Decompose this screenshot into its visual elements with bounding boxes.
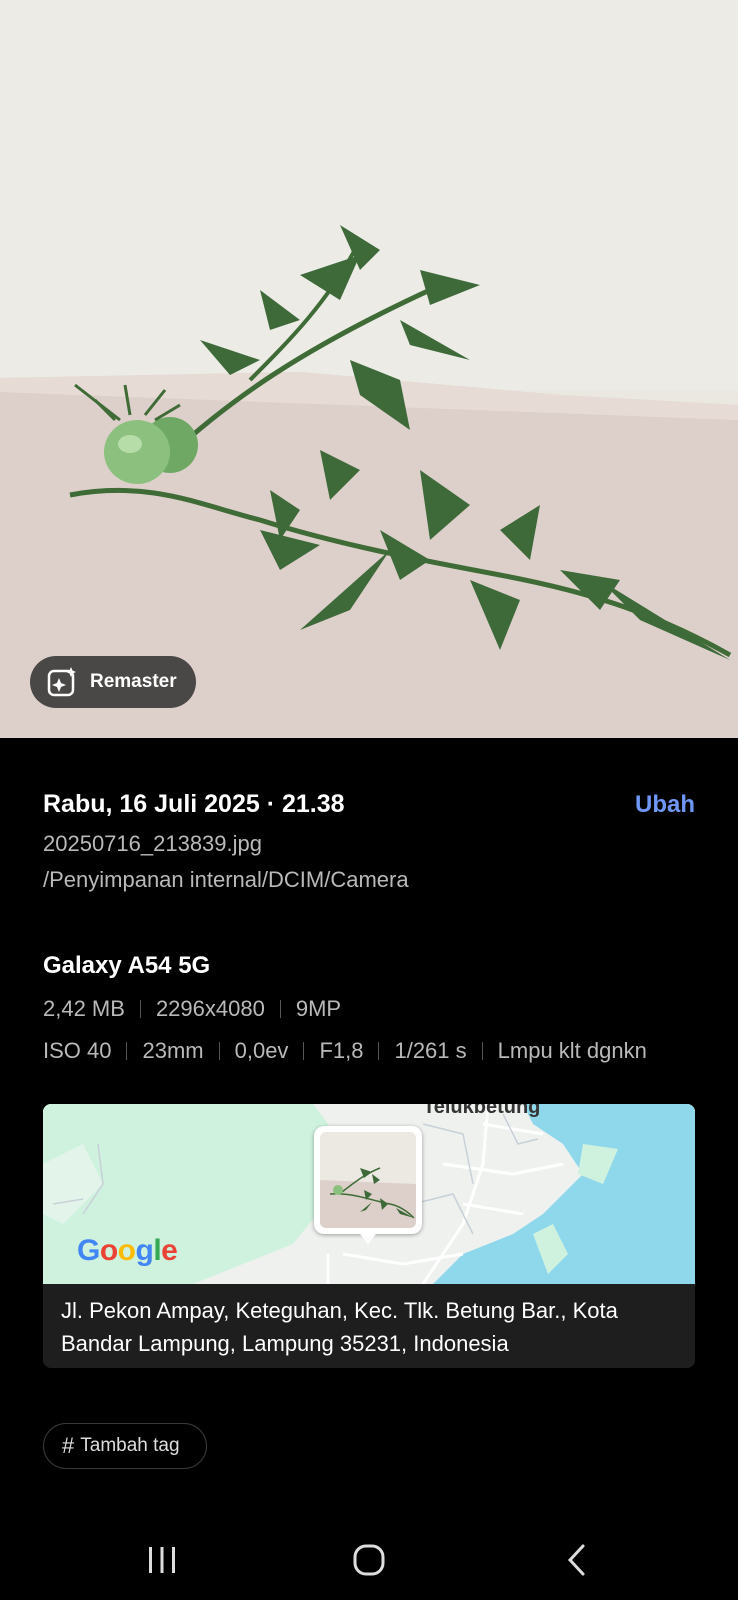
camera-details: Galaxy A54 5G 2,42 MB 2296x4080 9MP ISO … xyxy=(43,952,695,1064)
add-tag-button[interactable]: # Tambah tag xyxy=(43,1423,207,1469)
device-name: Galaxy A54 5G xyxy=(43,952,211,979)
focal-length: 23mm xyxy=(142,1038,204,1063)
divider xyxy=(279,1000,281,1018)
back-button[interactable] xyxy=(537,1530,617,1590)
photo-thumbnail xyxy=(320,1132,416,1228)
location-address: Jl. Pekon Ampay, Keteguhan, Kec. Tlk. Be… xyxy=(61,1298,618,1356)
divider xyxy=(481,1042,483,1060)
recents-icon xyxy=(149,1547,175,1573)
back-icon xyxy=(567,1544,585,1576)
iso: ISO 40 xyxy=(43,1038,112,1063)
flash-mode: Lmpu klt dgnkn xyxy=(497,1038,647,1063)
photo-image xyxy=(0,0,738,738)
google-logo: Google xyxy=(77,1234,178,1267)
file-name: 20250716_213839.jpg xyxy=(43,831,263,856)
divider xyxy=(303,1042,305,1060)
remaster-label: Remaster xyxy=(90,671,177,692)
photo-location-pin[interactable] xyxy=(314,1126,422,1244)
home-button[interactable] xyxy=(329,1530,409,1590)
map-place-label: Telukbetung xyxy=(423,1104,541,1118)
megapixels: 9MP xyxy=(295,996,342,1021)
location-card[interactable]: Telukbetung Google Jl. Pekon Ampay, Kete… xyxy=(43,1104,695,1368)
recents-button[interactable] xyxy=(122,1530,202,1590)
file-size: 2,42 MB xyxy=(43,996,125,1021)
edit-button[interactable]: Ubah xyxy=(635,791,695,819)
exposure: 0,0ev xyxy=(234,1038,289,1063)
location-map[interactable]: Telukbetung Google xyxy=(43,1104,695,1284)
file-path: /Penyimpanan internal/DCIM/Camera xyxy=(43,867,409,892)
remaster-button[interactable]: Remaster xyxy=(30,656,196,708)
system-nav-bar xyxy=(0,1530,738,1590)
divider xyxy=(378,1042,380,1060)
photo-viewer[interactable]: Remaster xyxy=(0,0,738,738)
file-meta-row: 2,42 MB 2296x4080 9MP xyxy=(43,996,695,1022)
hash-icon: # xyxy=(62,1433,75,1458)
divider xyxy=(139,1000,141,1018)
exif-row: ISO 40 23mm 0,0ev F1,8 1/261 s Lmpu klt … xyxy=(43,1038,695,1064)
divider xyxy=(218,1042,220,1060)
date-time: Rabu, 16 Juli 2025 · 21.38 xyxy=(43,790,345,818)
resolution: 2296x4080 xyxy=(155,996,265,1021)
aperture: F1,8 xyxy=(319,1038,364,1063)
shutter-speed: 1/261 s xyxy=(394,1038,467,1063)
file-details: Rabu, 16 Juli 2025 · 21.38 Ubah 20250716… xyxy=(43,790,695,893)
divider xyxy=(126,1042,128,1060)
home-icon xyxy=(353,1544,385,1576)
add-tag-label: Tambah tag xyxy=(80,1435,180,1456)
sparkle-photo-icon xyxy=(47,667,76,697)
